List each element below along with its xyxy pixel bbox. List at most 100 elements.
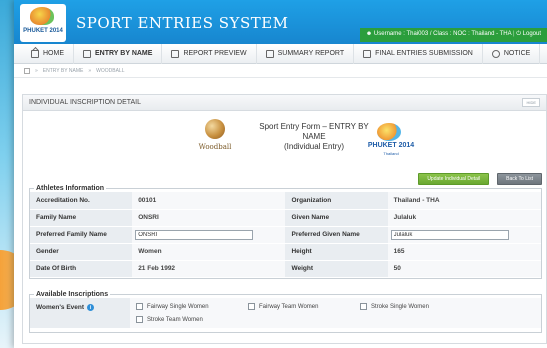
field-label: Preferred Given Name bbox=[285, 226, 388, 244]
document-icon bbox=[171, 49, 180, 58]
field-label: Organization bbox=[285, 192, 388, 210]
form-header: Woodball Sport Entry Form – ENTRY BY NAM… bbox=[23, 111, 546, 173]
event-option[interactable]: Stroke Single Women bbox=[360, 302, 472, 311]
action-buttons: Update Individual Detail Back To List bbox=[418, 173, 542, 185]
menu-label: NOTICE bbox=[503, 50, 531, 57]
menu-item-summary-report[interactable]: SUMMARY REPORT bbox=[257, 43, 355, 64]
event-logo: PHUKET 2014 Thailand bbox=[365, 123, 417, 163]
table-row: Family Name ONSRI Given Name Julaluk bbox=[30, 209, 541, 227]
option-label: Stroke Team Women bbox=[147, 316, 203, 323]
logout-icon: ⏻ bbox=[516, 31, 521, 37]
menu-item-notice[interactable]: NOTICE bbox=[483, 43, 541, 64]
event-option[interactable]: Stroke Team Women bbox=[136, 315, 248, 324]
entry-icon bbox=[83, 49, 91, 58]
home-icon[interactable] bbox=[24, 67, 30, 74]
woodball-icon bbox=[205, 119, 225, 139]
document-icon bbox=[265, 49, 274, 58]
menu-label: ENTRY BY NAME bbox=[95, 50, 153, 57]
panel-header: INDIVIDUAL INSCRIPTION DETAIL HIDE bbox=[23, 95, 546, 111]
field-value: ONSRI bbox=[132, 209, 286, 227]
table-row: Accreditation No. 00101 Organization Tha… bbox=[30, 192, 541, 210]
event-options: Fairway Single Women Fairway Team Women … bbox=[130, 298, 541, 328]
menu-item-home[interactable]: HOME bbox=[22, 43, 74, 64]
option-label: Stroke Single Women bbox=[371, 303, 429, 310]
sport-name: Woodball bbox=[198, 143, 232, 151]
menu-label: HOME bbox=[43, 50, 64, 57]
event-label: Women's Event bbox=[36, 304, 85, 311]
field-label: Family Name bbox=[30, 209, 133, 227]
menu-item-final-entries[interactable]: FINAL ENTRIES SUBMISSION bbox=[354, 43, 483, 64]
event-logo-art bbox=[377, 123, 401, 141]
field-label: Gender bbox=[30, 243, 133, 261]
checkbox[interactable] bbox=[136, 303, 143, 310]
home-icon bbox=[31, 49, 39, 58]
header: PHUKET 2014 SPORT ENTRIES SYSTEM ☻ Usern… bbox=[14, 0, 547, 44]
checkbox[interactable] bbox=[248, 303, 255, 310]
menu-label: FINAL ENTRIES SUBMISSION bbox=[375, 50, 473, 57]
athletes-legend: Athletes Information bbox=[36, 185, 105, 192]
field-value: 21 Feb 1992 bbox=[132, 260, 286, 278]
inscription-panel: INDIVIDUAL INSCRIPTION DETAIL HIDE Woodb… bbox=[22, 94, 547, 344]
app-title: SPORT ENTRIES SYSTEM bbox=[76, 14, 289, 32]
checkbox[interactable] bbox=[136, 316, 143, 323]
field-label: Height bbox=[285, 243, 388, 261]
field-label: Given Name bbox=[285, 209, 388, 227]
event-label-cell: Women's Event i bbox=[30, 298, 130, 328]
menu-label: REPORT PREVIEW bbox=[183, 50, 247, 57]
chevron-right-icon: » bbox=[88, 67, 92, 74]
form-title-line: Sport Entry Form – ENTRY BY NAME bbox=[259, 122, 369, 141]
athletes-table: Accreditation No. 00101 Organization Tha… bbox=[30, 192, 541, 278]
inscriptions-legend: Available Inscriptions bbox=[36, 291, 109, 298]
field-value: 00101 bbox=[132, 192, 286, 210]
user-icon: ☻ bbox=[365, 31, 373, 37]
option-label: Fairway Team Women bbox=[259, 303, 319, 310]
field-value: 50 bbox=[387, 260, 541, 278]
document-icon bbox=[363, 49, 372, 58]
main-menu: HOME ENTRY BY NAME REPORT PREVIEW SUMMAR… bbox=[14, 43, 547, 64]
event-option[interactable]: Fairway Team Women bbox=[248, 302, 360, 311]
menu-item-entry-by-name[interactable]: ENTRY BY NAME bbox=[74, 43, 163, 64]
field-value bbox=[387, 226, 541, 244]
field-label: Weight bbox=[285, 260, 388, 278]
user-info: Username : Thai003 / Class : NOC : Thail… bbox=[373, 31, 512, 37]
event-logo-text: PHUKET 2014 bbox=[367, 142, 415, 149]
menu-label: SUMMARY REPORT bbox=[277, 50, 345, 57]
breadcrumb-item[interactable]: ENTRY BY NAME bbox=[43, 68, 84, 74]
table-row: Preferred Family Name Preferred Given Na… bbox=[30, 226, 541, 244]
back-to-list-button[interactable]: Back To List bbox=[497, 173, 542, 185]
option-label: Fairway Single Women bbox=[147, 303, 209, 310]
breadcrumb: » ENTRY BY NAME » WOODBALL bbox=[14, 64, 547, 78]
menu-item-report-preview[interactable]: REPORT PREVIEW bbox=[162, 43, 257, 64]
sport-logo: Woodball bbox=[195, 119, 235, 163]
inscription-row: Women's Event i Fairway Single Women Fai… bbox=[30, 298, 541, 328]
table-row: Date Of Birth 21 Feb 1992 Weight 50 bbox=[30, 260, 541, 278]
hide-button[interactable]: HIDE bbox=[522, 98, 540, 107]
field-label: Preferred Family Name bbox=[30, 226, 133, 244]
athletes-information: Athletes Information Accreditation No. 0… bbox=[29, 185, 542, 279]
table-row: Gender Women Height 165 bbox=[30, 243, 541, 261]
field-label: Date Of Birth bbox=[30, 260, 133, 278]
event-logo-sub: Thailand bbox=[383, 151, 399, 156]
chevron-right-icon: » bbox=[35, 67, 38, 74]
breadcrumb-item: WOODBALL bbox=[96, 67, 125, 74]
field-label: Accreditation No. bbox=[30, 192, 133, 210]
field-value: Julaluk bbox=[387, 209, 541, 227]
panel-title: INDIVIDUAL INSCRIPTION DETAIL bbox=[29, 99, 142, 106]
form-subtitle: (Individual Entry) bbox=[283, 142, 345, 151]
app-logo[interactable]: PHUKET 2014 bbox=[20, 4, 66, 42]
logout-link[interactable]: Logout bbox=[523, 31, 541, 37]
preferred-family-name-input[interactable] bbox=[135, 229, 254, 240]
logo-text: PHUKET 2014 bbox=[23, 28, 63, 34]
info-icon[interactable]: i bbox=[87, 304, 95, 311]
update-individual-button[interactable]: Update Individual Detail bbox=[418, 173, 490, 185]
info-icon bbox=[491, 49, 500, 58]
checkbox[interactable] bbox=[360, 303, 367, 310]
app-window: PHUKET 2014 SPORT ENTRIES SYSTEM ☻ Usern… bbox=[14, 0, 547, 348]
preferred-given-name-input[interactable] bbox=[390, 229, 509, 240]
field-value bbox=[132, 226, 286, 244]
event-option[interactable]: Fairway Single Women bbox=[136, 302, 248, 311]
field-value: Thailand - THA bbox=[387, 192, 541, 210]
field-value: Women bbox=[132, 243, 286, 261]
available-inscriptions: Available Inscriptions Women's Event i F… bbox=[29, 291, 542, 333]
form-title: Sport Entry Form – ENTRY BY NAME (Indivi… bbox=[249, 122, 379, 152]
